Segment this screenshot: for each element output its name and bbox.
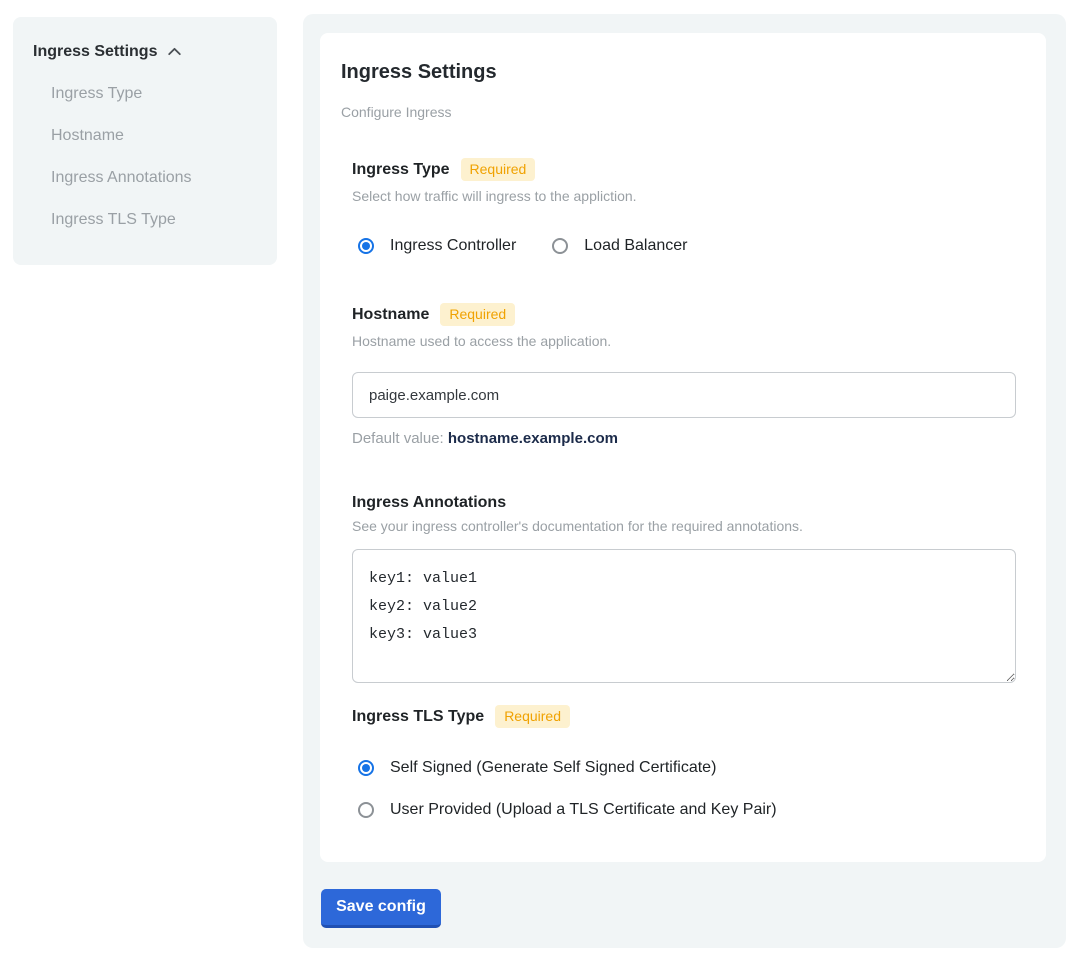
- section-ingress-tls-type: Ingress TLS Type Required Self Signed (G…: [352, 705, 1016, 818]
- ingress-annotations-textarea[interactable]: key1: value1 key2: value2 key3: value3: [352, 549, 1016, 683]
- radio-selected-icon[interactable]: [358, 760, 374, 776]
- hostname-description: Hostname used to access the application.: [352, 334, 1016, 349]
- radio-label: User Provided (Upload a TLS Certificate …: [390, 801, 777, 818]
- radio-unselected-icon[interactable]: [552, 238, 568, 254]
- ingress-type-label: Ingress Type: [352, 161, 450, 178]
- ingress-tls-options: Self Signed (Generate Self Signed Certif…: [358, 759, 1016, 818]
- required-badge: Required: [495, 705, 570, 728]
- page: Ingress Settings Ingress Type Hostname I…: [0, 0, 1090, 969]
- section-ingress-type: Ingress Type Required Select how traffic…: [352, 158, 1016, 254]
- ingress-annotations-label: Ingress Annotations: [352, 494, 506, 511]
- sidebar-item-ingress-tls-type[interactable]: Ingress TLS Type: [51, 212, 257, 228]
- ingress-type-description: Select how traffic will ingress to the a…: [352, 189, 1016, 204]
- hostname-input[interactable]: [352, 372, 1016, 418]
- ingress-type-options: Ingress Controller Load Balancer: [358, 237, 1016, 254]
- sidebar-item-ingress-annotations[interactable]: Ingress Annotations: [51, 170, 257, 186]
- ingress-tls-type-label: Ingress TLS Type: [352, 708, 484, 725]
- save-config-button[interactable]: Save config: [321, 889, 441, 928]
- ingress-settings-card: Ingress Settings Configure Ingress Ingre…: [320, 33, 1046, 862]
- radio-selected-icon[interactable]: [358, 238, 374, 254]
- radio-label: Self Signed (Generate Self Signed Certif…: [390, 759, 716, 776]
- radio-label: Load Balancer: [584, 237, 687, 254]
- radio-unselected-icon[interactable]: [358, 802, 374, 818]
- required-badge: Required: [461, 158, 536, 181]
- default-value-prefix: Default value:: [352, 430, 448, 447]
- chevron-up-icon: [166, 43, 183, 60]
- sidebar: Ingress Settings Ingress Type Hostname I…: [13, 17, 277, 265]
- section-ingress-annotations: Ingress Annotations See your ingress con…: [352, 494, 1016, 683]
- sidebar-group-title: Ingress Settings: [33, 44, 157, 60]
- page-subtitle: Configure Ingress: [341, 105, 1016, 120]
- radio-self-signed[interactable]: Self Signed (Generate Self Signed Certif…: [358, 759, 1016, 776]
- radio-ingress-controller[interactable]: Ingress Controller: [358, 237, 516, 254]
- main-panel: Ingress Settings Configure Ingress Ingre…: [303, 14, 1066, 948]
- page-title: Ingress Settings: [341, 60, 1016, 84]
- sidebar-group-ingress-settings[interactable]: Ingress Settings: [33, 43, 257, 60]
- radio-label: Ingress Controller: [390, 237, 516, 254]
- section-hostname: Hostname Required Hostname used to acces…: [352, 303, 1016, 447]
- sidebar-item-hostname[interactable]: Hostname: [51, 128, 257, 144]
- radio-load-balancer[interactable]: Load Balancer: [552, 237, 687, 254]
- ingress-annotations-description: See your ingress controller's documentat…: [352, 519, 1016, 534]
- hostname-default-line: Default value: hostname.example.com: [352, 431, 1016, 447]
- hostname-label: Hostname: [352, 306, 429, 323]
- sidebar-item-ingress-type[interactable]: Ingress Type: [51, 86, 257, 102]
- required-badge: Required: [440, 303, 515, 326]
- radio-user-provided[interactable]: User Provided (Upload a TLS Certificate …: [358, 801, 1016, 818]
- default-value-text: hostname.example.com: [448, 430, 618, 447]
